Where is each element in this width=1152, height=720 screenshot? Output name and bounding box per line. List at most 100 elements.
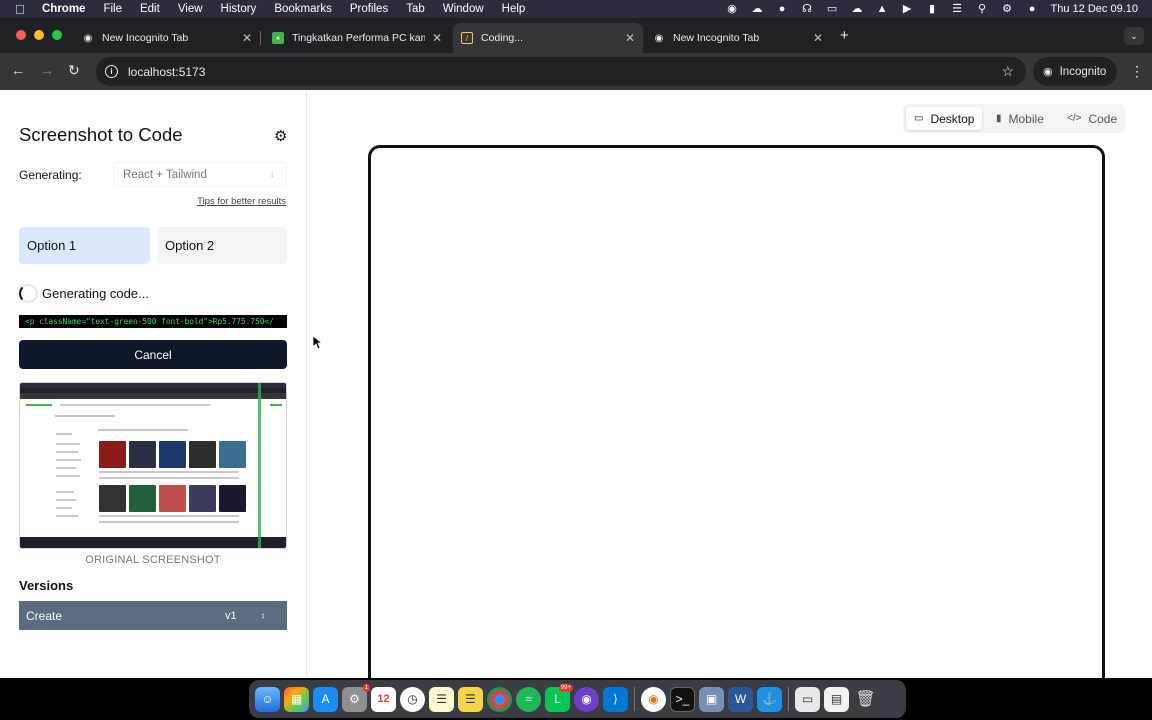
mouse-cursor-icon bbox=[313, 336, 323, 350]
versions-title: Versions bbox=[19, 578, 74, 593]
line-icon[interactable]: L 99+ bbox=[545, 683, 573, 712]
menu-help[interactable]: Help bbox=[502, 3, 526, 15]
tips-link[interactable]: Tips for better results bbox=[197, 196, 286, 207]
incognito-icon: ◉ bbox=[83, 32, 93, 44]
spotlight-search-icon[interactable]: ⚲ bbox=[976, 3, 989, 15]
display-icon[interactable]: ▭ bbox=[826, 3, 839, 15]
vscode-icon[interactable]: ⟩ bbox=[603, 686, 628, 712]
cancel-button[interactable]: Cancel bbox=[19, 340, 287, 369]
chevron-updown-icon[interactable]: ↕ bbox=[261, 611, 265, 620]
trash-icon[interactable]: 🗑 bbox=[853, 687, 878, 712]
version-row[interactable]: Create v1 ↕ bbox=[19, 601, 287, 630]
close-tab-icon[interactable]: ✕ bbox=[813, 31, 823, 45]
browser-tab-2[interactable]: ● Tingkatkan Performa PC kamu ✕ bbox=[264, 23, 450, 53]
stack-select[interactable]: React + Tailwind ↕ bbox=[113, 162, 287, 187]
gear-icon[interactable]: ⚙ bbox=[274, 127, 287, 145]
option-1-tab[interactable]: Option 1 bbox=[19, 227, 150, 264]
tab-code[interactable]: </> Code bbox=[1059, 107, 1125, 130]
menu-history[interactable]: History bbox=[221, 3, 257, 15]
terminal-icon[interactable]: >_ bbox=[670, 686, 695, 712]
tab-label: Mobile bbox=[1008, 111, 1044, 126]
menu-edit[interactable]: Edit bbox=[140, 3, 160, 15]
new-tab-icon[interactable]: + bbox=[840, 28, 849, 43]
macos-dock: ☺ ▦ A ⚙ 1 12 ◷ ☰ ☰ ≈ L 99+ ◉ ⟩ ◉ >_ ▣ W ⚓ … bbox=[249, 680, 906, 718]
zoom-window-button[interactable] bbox=[52, 30, 62, 40]
close-tab-icon[interactable]: ✕ bbox=[625, 31, 635, 45]
chrome-icon[interactable] bbox=[487, 686, 512, 712]
control-center-icon[interactable]: ⚙ bbox=[1001, 3, 1014, 15]
vpn-icon[interactable]: ▲ bbox=[876, 3, 889, 15]
weather-icon[interactable]: ☁ bbox=[751, 3, 764, 15]
view-mode-tabs: ▭ Desktop ▮ Mobile </> Code bbox=[903, 104, 1125, 133]
browser-tab-4[interactable]: ◉ New Incognito Tab ✕ bbox=[645, 23, 831, 53]
finder-icon[interactable]: ☺ bbox=[255, 686, 280, 712]
close-window-button[interactable] bbox=[16, 30, 26, 40]
clock-icon[interactable]: ◷ bbox=[400, 686, 425, 712]
siri-icon[interactable]: ● bbox=[1026, 3, 1039, 15]
bookmark-star-icon[interactable]: ☆ bbox=[1001, 63, 1014, 80]
word-icon[interactable]: W bbox=[728, 686, 753, 712]
line-status-icon[interactable]: ● bbox=[776, 3, 789, 15]
forward-arrow-icon[interactable]: → bbox=[40, 63, 54, 77]
menu-window[interactable]: Window bbox=[443, 3, 484, 15]
menu-file[interactable]: File bbox=[103, 3, 122, 15]
back-arrow-icon[interactable]: ← bbox=[11, 63, 25, 77]
cloud-icon[interactable]: ☁ bbox=[851, 3, 864, 15]
menu-view[interactable]: View bbox=[178, 3, 203, 15]
headphones-icon[interactable]: ☊ bbox=[801, 3, 814, 15]
preview-icon[interactable]: ▣ bbox=[699, 686, 724, 712]
close-tab-icon[interactable]: ✕ bbox=[242, 31, 252, 45]
vpn-app-icon[interactable]: ◉ bbox=[641, 686, 666, 712]
launchpad-icon[interactable]: ▦ bbox=[284, 686, 309, 712]
menubar-clock[interactable]: Thu 12 Dec 09.10 bbox=[1051, 3, 1138, 15]
generating-status: Generating code... bbox=[42, 286, 149, 301]
site-info-icon[interactable]: i bbox=[105, 65, 118, 78]
battery-icon[interactable]: ▮ bbox=[926, 3, 939, 15]
apple-icon[interactable]:  bbox=[15, 2, 29, 17]
stack-select-value: React + Tailwind bbox=[123, 168, 207, 181]
reload-icon[interactable]: ↻ bbox=[68, 63, 80, 77]
menubar-status-area: ◉ ☁ ● ☊ ▭ ☁ ▲ ▶ ▮ ☰ ⚲ ⚙ ● Thu 12 Dec 09.… bbox=[726, 0, 1138, 18]
documents-stack-icon[interactable]: ▤ bbox=[824, 686, 849, 712]
wifi-icon[interactable]: ☰ bbox=[951, 3, 964, 15]
browser-tab-1[interactable]: ◉ New Incognito Tab ✕ bbox=[74, 23, 261, 53]
system-settings-icon[interactable]: ⚙ 1 bbox=[342, 683, 370, 712]
version-number: v1 bbox=[225, 609, 237, 622]
browser-tab-3-active[interactable]: / Coding... ✕ bbox=[453, 23, 643, 53]
url-text: localhost:5173 bbox=[128, 64, 206, 79]
profile-label: Incognito bbox=[1059, 65, 1107, 78]
address-bar[interactable]: i localhost:5173 ☆ bbox=[96, 57, 1026, 86]
app-icon: / bbox=[461, 32, 473, 44]
play-icon[interactable]: ▶ bbox=[901, 3, 914, 15]
menu-profiles[interactable]: Profiles bbox=[350, 3, 388, 15]
folder-icon[interactable]: ▭ bbox=[795, 686, 820, 712]
minimize-window-button[interactable] bbox=[34, 30, 44, 40]
tab-search-chevron-icon[interactable]: ⌄ bbox=[1124, 27, 1144, 45]
calendar-day: 12 bbox=[377, 693, 390, 705]
desktop-preview-frame[interactable] bbox=[368, 145, 1105, 678]
calendar-icon[interactable]: 12 bbox=[371, 686, 396, 712]
original-screenshot-thumbnail[interactable] bbox=[19, 382, 287, 549]
menu-bookmarks[interactable]: Bookmarks bbox=[274, 3, 332, 15]
spotify-icon[interactable]: ≈ bbox=[516, 686, 541, 712]
github-desktop-icon[interactable]: ◉ bbox=[574, 686, 599, 712]
incognito-profile-button[interactable]: ◉ Incognito bbox=[1033, 57, 1117, 86]
app-store-icon[interactable]: A bbox=[313, 686, 338, 712]
option-2-tab[interactable]: Option 2 bbox=[157, 227, 287, 264]
close-tab-icon[interactable]: ✕ bbox=[432, 31, 442, 45]
stickies-icon[interactable]: ☰ bbox=[458, 686, 483, 712]
scan-line bbox=[258, 383, 261, 548]
docker-icon[interactable]: ⚓ bbox=[757, 686, 782, 712]
record-icon[interactable]: ◉ bbox=[726, 3, 739, 15]
thumbnail-page bbox=[20, 399, 286, 539]
tab-title: New Incognito Tab bbox=[673, 32, 760, 44]
tokopedia-icon: ● bbox=[272, 32, 284, 44]
phone-icon: ▮ bbox=[996, 113, 1002, 124]
notes-icon[interactable]: ☰ bbox=[429, 686, 454, 712]
more-menu-icon[interactable]: ⋮ bbox=[1130, 63, 1144, 80]
menu-app-name[interactable]: Chrome bbox=[42, 3, 85, 15]
tab-strip: ◉ New Incognito Tab ✕ ● Tingkatkan Perfo… bbox=[0, 18, 1152, 53]
tab-mobile[interactable]: ▮ Mobile bbox=[988, 107, 1052, 130]
menu-tab[interactable]: Tab bbox=[406, 3, 425, 15]
tab-desktop[interactable]: ▭ Desktop bbox=[906, 107, 983, 130]
